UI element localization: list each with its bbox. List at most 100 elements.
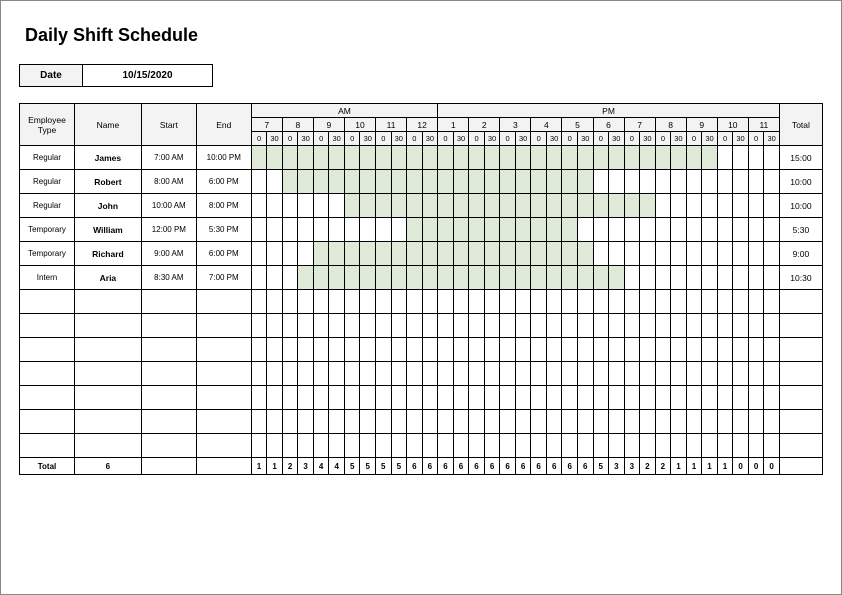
header-hour: 11	[376, 118, 407, 132]
slot-cell	[764, 266, 780, 290]
slot-cell	[298, 314, 314, 338]
slot-cell	[655, 170, 671, 194]
cell-total	[779, 314, 822, 338]
slot-cell	[624, 338, 640, 362]
footer-slot: 6	[546, 458, 562, 475]
slot-cell	[376, 266, 392, 290]
slot-cell	[251, 218, 267, 242]
slot-cell	[251, 338, 267, 362]
slot-cell	[748, 266, 764, 290]
slot-cell	[577, 242, 593, 266]
slot-cell	[546, 386, 562, 410]
slot-cell	[515, 242, 531, 266]
header-hour: 6	[593, 118, 624, 132]
slot-cell	[329, 362, 345, 386]
slot-cell	[748, 338, 764, 362]
slot-cell	[671, 434, 687, 458]
slot-cell	[655, 218, 671, 242]
slot-cell	[376, 314, 392, 338]
slot-cell	[329, 218, 345, 242]
slot-cell	[267, 434, 283, 458]
slot-cell	[577, 362, 593, 386]
cell-name	[74, 434, 141, 458]
slot-cell	[531, 434, 547, 458]
slot-cell	[562, 170, 578, 194]
cell-total	[779, 290, 822, 314]
slot-cell	[531, 410, 547, 434]
header-sub: 30	[577, 132, 593, 146]
cell-name	[74, 362, 141, 386]
slot-cell	[624, 290, 640, 314]
slot-cell	[376, 338, 392, 362]
header-sub: 30	[546, 132, 562, 146]
slot-cell	[484, 362, 500, 386]
table-row	[20, 434, 823, 458]
footer-slot: 3	[624, 458, 640, 475]
slot-cell	[376, 386, 392, 410]
slot-cell	[438, 434, 454, 458]
cell-total: 15:00	[779, 146, 822, 170]
slot-cell	[717, 362, 733, 386]
slot-cell	[515, 266, 531, 290]
page-title: Daily Shift Schedule	[25, 25, 823, 46]
footer-total	[779, 458, 822, 475]
slot-cell	[391, 194, 407, 218]
slot-cell	[546, 410, 562, 434]
slot-cell	[438, 242, 454, 266]
slot-cell	[391, 338, 407, 362]
cell-etype: Temporary	[20, 218, 75, 242]
cell-name	[74, 314, 141, 338]
slot-cell	[640, 146, 656, 170]
header-total: Total	[779, 104, 822, 146]
slot-cell	[624, 218, 640, 242]
slot-cell	[764, 362, 780, 386]
slot-cell	[438, 218, 454, 242]
slot-cell	[702, 242, 718, 266]
slot-cell	[764, 434, 780, 458]
footer-slot: 2	[655, 458, 671, 475]
slot-cell	[267, 338, 283, 362]
slot-cell	[453, 242, 469, 266]
slot-cell	[671, 146, 687, 170]
footer-slot: 5	[344, 458, 360, 475]
slot-cell	[562, 266, 578, 290]
header-sub: 30	[764, 132, 780, 146]
slot-cell	[577, 434, 593, 458]
footer-slot: 6	[562, 458, 578, 475]
table-row	[20, 314, 823, 338]
slot-cell	[251, 290, 267, 314]
slot-cell	[469, 290, 485, 314]
slot-cell	[515, 386, 531, 410]
slot-cell	[686, 290, 702, 314]
slot-cell	[376, 290, 392, 314]
cell-end	[196, 290, 251, 314]
slot-cell	[717, 170, 733, 194]
cell-name	[74, 410, 141, 434]
slot-cell	[391, 266, 407, 290]
cell-start: 12:00 PM	[141, 218, 196, 242]
slot-cell	[593, 386, 609, 410]
slot-cell	[500, 170, 516, 194]
slot-cell	[655, 362, 671, 386]
cell-end	[196, 314, 251, 338]
header-sub: 0	[313, 132, 329, 146]
slot-cell	[267, 242, 283, 266]
table-row: TemporaryWilliam12:00 PM5:30 PM5:30	[20, 218, 823, 242]
header-hour: 10	[344, 118, 375, 132]
slot-cell	[531, 362, 547, 386]
slot-cell	[748, 170, 764, 194]
slot-cell	[376, 434, 392, 458]
slot-cell	[453, 314, 469, 338]
slot-cell	[407, 338, 423, 362]
header-hour: 1	[438, 118, 469, 132]
slot-cell	[624, 362, 640, 386]
slot-cell	[344, 194, 360, 218]
slot-cell	[407, 170, 423, 194]
slot-cell	[422, 338, 438, 362]
slot-cell	[593, 218, 609, 242]
slot-cell	[531, 170, 547, 194]
table-row	[20, 410, 823, 434]
header-sub: 30	[733, 132, 749, 146]
slot-cell	[593, 170, 609, 194]
slot-cell	[407, 290, 423, 314]
